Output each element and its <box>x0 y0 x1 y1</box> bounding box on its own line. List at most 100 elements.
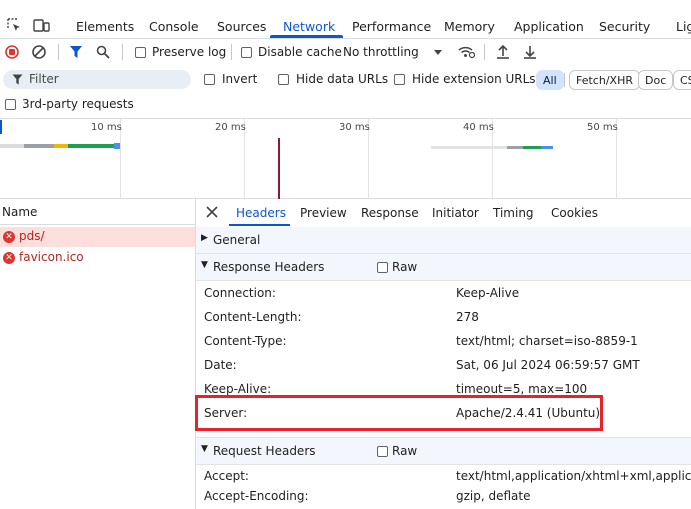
third-party-checkbox[interactable] <box>5 99 16 110</box>
tab-elements[interactable]: Elements <box>76 8 134 38</box>
request-name: pds/ <box>19 229 45 243</box>
general-section-header[interactable]: ▶ General <box>196 227 691 254</box>
response-headers-section-header[interactable]: ▼ Response Headers Raw <box>196 254 691 281</box>
tab-sources[interactable]: Sources <box>217 8 266 38</box>
tab-performance[interactable]: Performance <box>352 8 431 38</box>
disable-cache-label: Disable cache <box>258 45 342 59</box>
raw-checkbox[interactable] <box>377 446 388 457</box>
toolbar-separator <box>484 44 485 60</box>
type-filter-fetch-xhr[interactable]: Fetch/XHR <box>569 70 640 90</box>
filter-icon[interactable] <box>69 45 83 59</box>
raw-label: Raw <box>392 260 418 274</box>
preserve-log-checkbox[interactable] <box>135 47 146 58</box>
request-row-selected[interactable]: ✕ pds/ <box>0 227 195 247</box>
request-bar-wait <box>0 144 24 148</box>
request-headers-title: Request Headers <box>213 444 316 458</box>
request-bar-wait-2 <box>431 146 507 149</box>
request-bar-stalled <box>54 144 68 148</box>
toolbar-separator <box>58 44 59 60</box>
search-icon[interactable] <box>96 45 110 59</box>
type-filter-doc[interactable]: Doc <box>638 70 674 90</box>
request-row[interactable]: ✕ favicon.ico <box>0 248 195 268</box>
raw-checkbox[interactable] <box>377 262 388 273</box>
header-value: 278 <box>456 310 479 324</box>
tab-memory[interactable]: Memory <box>444 8 495 38</box>
request-bar-download-2 <box>541 146 553 149</box>
hide-extension-urls-checkbox[interactable] <box>394 74 405 85</box>
filter-input[interactable]: Filter <box>3 70 191 89</box>
collapsed-arrow-icon: ▶ <box>201 233 208 243</box>
disable-cache-checkbox[interactable] <box>241 47 252 58</box>
expanded-arrow-icon: ▼ <box>201 444 208 454</box>
load-event-marker <box>278 138 280 199</box>
inspect-element-icon[interactable] <box>6 17 22 33</box>
tab-security[interactable]: Security <box>599 8 650 38</box>
overview-tick: 50 ms <box>587 122 618 133</box>
header-name: Keep-Alive: <box>204 382 272 396</box>
invert-label: Invert <box>222 72 258 86</box>
raw-label: Raw <box>392 444 418 458</box>
header-value: timeout=5, max=100 <box>456 382 588 396</box>
name-column-label: Name <box>2 205 38 219</box>
network-conditions-icon[interactable] <box>457 44 475 60</box>
header-value: Sat, 06 Jul 2024 06:59:57 GMT <box>456 358 640 372</box>
toolbar-separator <box>122 44 123 60</box>
request-headers-section-header[interactable]: ▼ Request Headers Raw <box>196 437 691 465</box>
tab-cookies[interactable]: Cookies <box>551 206 598 220</box>
request-name: favicon.ico <box>19 250 84 264</box>
device-toolbar-icon[interactable] <box>32 17 50 33</box>
expanded-arrow-icon: ▼ <box>201 260 208 270</box>
throttling-select[interactable]: No throttling <box>343 45 419 59</box>
tab-timing[interactable]: Timing <box>493 206 534 220</box>
devtools-tab-bar: Elements Console Sources Network Perform… <box>0 0 691 38</box>
overview-tick: 30 ms <box>339 122 370 133</box>
header-name: Content-Length: <box>204 310 302 324</box>
request-bar-queue <box>24 144 54 148</box>
filter-placeholder: Filter <box>29 72 59 86</box>
clear-icon[interactable] <box>32 45 46 59</box>
overview-tick: 10 ms <box>91 122 122 133</box>
tab-preview[interactable]: Preview <box>300 206 347 220</box>
type-filter-divider <box>564 73 565 87</box>
overview-start-marker <box>0 120 2 134</box>
response-headers-title: Response Headers <box>213 260 325 274</box>
request-bar-waiting-2 <box>523 146 541 149</box>
export-har-icon[interactable] <box>523 44 537 60</box>
header-name: Connection: <box>204 286 276 300</box>
header-value: text/html; charset=iso-8859-1 <box>456 334 638 348</box>
hide-data-urls-checkbox[interactable] <box>278 74 289 85</box>
request-bar-waiting <box>68 144 114 148</box>
invert-checkbox[interactable] <box>204 74 215 85</box>
close-icon[interactable] <box>206 206 218 218</box>
type-filter-css[interactable]: CS <box>673 70 691 90</box>
third-party-label: 3rd-party requests <box>22 97 134 111</box>
request-bar-download <box>114 143 120 149</box>
dropdown-arrow-icon[interactable] <box>433 47 443 57</box>
import-har-icon[interactable] <box>496 44 510 60</box>
header-value: text/html,application/xhtml+xml,applicat… <box>456 469 691 483</box>
tab-response[interactable]: Response <box>361 206 419 220</box>
error-icon: ✕ <box>3 252 15 264</box>
active-detail-tab-indicator <box>229 224 290 226</box>
hide-data-urls-label: Hide data URLs <box>296 72 389 86</box>
error-icon: ✕ <box>3 231 15 243</box>
overview-tick: 40 ms <box>463 122 494 133</box>
tab-lighthouse[interactable]: Lig <box>676 8 691 38</box>
stop-recording-icon[interactable] <box>5 45 19 59</box>
header-name: Date: <box>204 358 237 372</box>
toolbar-separator <box>231 44 232 60</box>
tab-application[interactable]: Application <box>514 8 584 38</box>
funnel-icon <box>12 74 23 85</box>
general-section-title: General <box>213 233 261 247</box>
preserve-log-label: Preserve log <box>152 45 227 59</box>
tab-console[interactable]: Console <box>149 8 199 38</box>
tab-network[interactable]: Network <box>283 8 335 38</box>
name-column-header[interactable]: Name <box>0 199 195 225</box>
header-name: Accept-Encoding: <box>204 489 309 503</box>
header-value: Keep-Alive <box>456 286 520 300</box>
tab-headers[interactable]: Headers <box>236 206 286 220</box>
header-name: Content-Type: <box>204 334 287 348</box>
overview-tick: 20 ms <box>215 122 246 133</box>
type-filter-all[interactable]: All <box>536 70 564 90</box>
tab-initiator[interactable]: Initiator <box>432 206 479 220</box>
